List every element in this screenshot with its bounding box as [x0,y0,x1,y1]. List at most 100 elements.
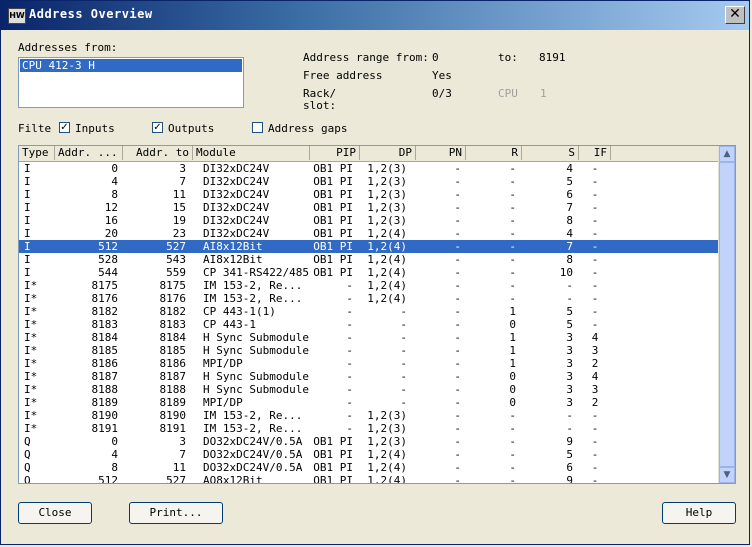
cell-s: 3 [566,383,573,396]
column-header-module[interactable]: Module [193,146,310,160]
cell-if: - [591,448,599,461]
cell-addr-to: 8182 [159,305,187,318]
table-row[interactable]: I 544 559 CP 341-RS422/485 OB1 PI 1,2(4) - - 10 - [19,266,719,279]
table-row[interactable]: I* 8191 8191 IM 153-2, Re... - 1,2(3) - - - - [19,422,719,435]
table-row[interactable]: I 0 3 DI32xDC24V OB1 PI 1,2(3) - - 4 - [19,162,719,175]
table-row[interactable]: I* 8182 8182 CP 443-1(1) - - - 1 5 - [19,305,719,318]
cell-type: I* [24,305,38,318]
close-window-button[interactable]: ✕ [725,6,745,24]
table-row[interactable]: Q 0 3 DO32xDC24V/0.5A OB1 PI 1,2(3) - - 9 - [19,435,719,448]
table-row[interactable]: Q 8 11 DO32xDC24V/0.5A OB1 PI 1,2(4) - - 6 - [19,461,719,474]
table-row[interactable]: I 20 23 DI32xDC24V OB1 PI 1,2(4) - - 4 - [19,227,719,240]
cell-type: I [24,175,31,188]
cell-addr-from: 4 [111,175,118,188]
scroll-down-button[interactable]: ▼ [719,467,735,483]
cell-addr-to: 8187 [159,370,187,383]
cell-addr-from: 8 [111,461,118,474]
cell-pip: OB1 PI [313,266,353,279]
cell-pn: - [454,188,461,201]
cell-r: - [509,448,516,461]
cell-addr-to: 8186 [159,357,187,370]
cell-pn: - [454,214,461,227]
cell-addr-from: 8176 [91,292,119,305]
cell-if: - [591,266,599,279]
cell-if: - [591,305,599,318]
help-button[interactable]: Help [662,502,736,524]
table-row[interactable]: I* 8185 8185 H Sync Submodule - - - 1 3 3 [19,344,719,357]
cell-r: - [509,175,516,188]
outputs-checkbox[interactable]: ✓ [152,122,163,133]
table-row[interactable]: I* 8190 8190 IM 153-2, Re... - 1,2(3) - - - - [19,409,719,422]
inputs-checkbox[interactable]: ✓ [59,122,70,133]
table-row[interactable]: I 528 543 AI8x12Bit OB1 PI 1,2(4) - - 8 - [19,253,719,266]
cell-r: - [509,227,516,240]
list-item-cpu[interactable]: CPU 412-3 H [20,59,242,72]
cell-dp: - [400,396,407,409]
cell-pn: - [454,240,461,253]
scroll-up-button[interactable]: ▲ [719,146,735,162]
table-row[interactable]: I 12 15 DI32xDC24V OB1 PI 1,2(3) - - 7 - [19,201,719,214]
addresses-from-list[interactable]: CPU 412-3 H [18,57,244,108]
table-row[interactable]: I* 8175 8175 IM 153-2, Re... - 1,2(4) - - - - [19,279,719,292]
cell-type: I* [24,422,38,435]
cell-pip: OB1 PI [313,175,353,188]
cell-type: I* [24,344,38,357]
cell-pn: - [454,201,461,214]
table-row[interactable]: I* 8189 8189 MPI/DP - - - 0 3 2 [19,396,719,409]
cell-pip: OB1 PI [313,461,353,474]
cell-addr-to: 8188 [159,383,187,396]
cell-addr-to: 8183 [159,318,187,331]
table-row[interactable]: Q 4 7 DO32xDC24V/0.5A OB1 PI 1,2(4) - - 5 - [19,448,719,461]
cell-dp: 1,2(4) [367,461,407,474]
cell-type: Q [24,448,31,461]
cell-s: 4 [566,162,573,175]
cell-addr-from: 544 [98,266,118,279]
cell-module: MPI/DP [203,357,243,370]
address-gaps-label: Address gaps [268,122,348,135]
table-row[interactable]: I* 8187 8187 H Sync Submodule - - - 0 3 4 [19,370,719,383]
print-button[interactable]: Print... [129,502,223,524]
table-row[interactable]: I 16 19 DI32xDC24V OB1 PI 1,2(3) - - 8 - [19,214,719,227]
column-header-addr-from[interactable]: Addr. ... [55,146,123,160]
scrollbar-thumb[interactable] [719,162,735,467]
cell-module: H Sync Submodule [203,344,309,357]
cell-s: 7 [566,201,573,214]
cell-pn: - [454,435,461,448]
cell-pip: OB1 PI [313,474,353,484]
table-row[interactable]: I* 8176 8176 IM 153-2, Re... - 1,2(4) - - - - [19,292,719,305]
cell-r: - [509,162,516,175]
cell-pip: OB1 PI [313,253,353,266]
cell-addr-from: 8 [111,188,118,201]
cell-pip: - [346,292,353,305]
column-header-r[interactable]: R [466,146,522,160]
cell-dp: 1,2(3) [367,409,407,422]
title-bar[interactable]: HW Address Overview ✕ [1,1,749,30]
column-header-pn[interactable]: PN [416,146,466,160]
cell-type: I* [24,292,38,305]
table-row[interactable]: Q 512 527 AO8x12Bit OB1 PI 1,2(4) - - 9 - [19,474,719,484]
cell-pn: - [454,474,461,484]
close-button[interactable]: Close [18,502,92,524]
table-row[interactable]: I* 8184 8184 H Sync Submodule - - - 1 3 4 [19,331,719,344]
address-gaps-checkbox[interactable] [252,122,263,133]
cell-type: I* [24,396,38,409]
column-header-addr-to[interactable]: Addr. to [123,146,193,160]
cell-pip: OB1 PI [313,201,353,214]
cell-pip: OB1 PI [313,435,353,448]
cell-if: - [591,175,599,188]
table-row[interactable]: I 4 7 DI32xDC24V OB1 PI 1,2(3) - - 5 - [19,175,719,188]
column-header-dp[interactable]: DP [360,146,416,160]
column-header-pip[interactable]: PIP [310,146,360,160]
cell-r: 0 [509,396,516,409]
table-row[interactable]: I* 8188 8188 H Sync Submodule - - - 0 3 3 [19,383,719,396]
column-header-type[interactable]: Type [19,146,55,160]
table-row[interactable]: I* 8186 8186 MPI/DP - - - 1 3 2 [19,357,719,370]
column-header-if[interactable]: IF [579,146,611,160]
vertical-scrollbar[interactable]: ▲ ▼ [718,146,735,483]
table-row[interactable]: I 512 527 AI8x12Bit OB1 PI 1,2(4) - - 7 - [19,240,719,253]
address-table[interactable]: Type Addr. ... Addr. to Module PIP DP PN… [18,145,736,484]
column-header-s[interactable]: S [522,146,579,160]
cell-dp: 1,2(3) [367,162,407,175]
table-row[interactable]: I* 8183 8183 CP 443-1 - - - 0 5 - [19,318,719,331]
table-row[interactable]: I 8 11 DI32xDC24V OB1 PI 1,2(3) - - 6 - [19,188,719,201]
